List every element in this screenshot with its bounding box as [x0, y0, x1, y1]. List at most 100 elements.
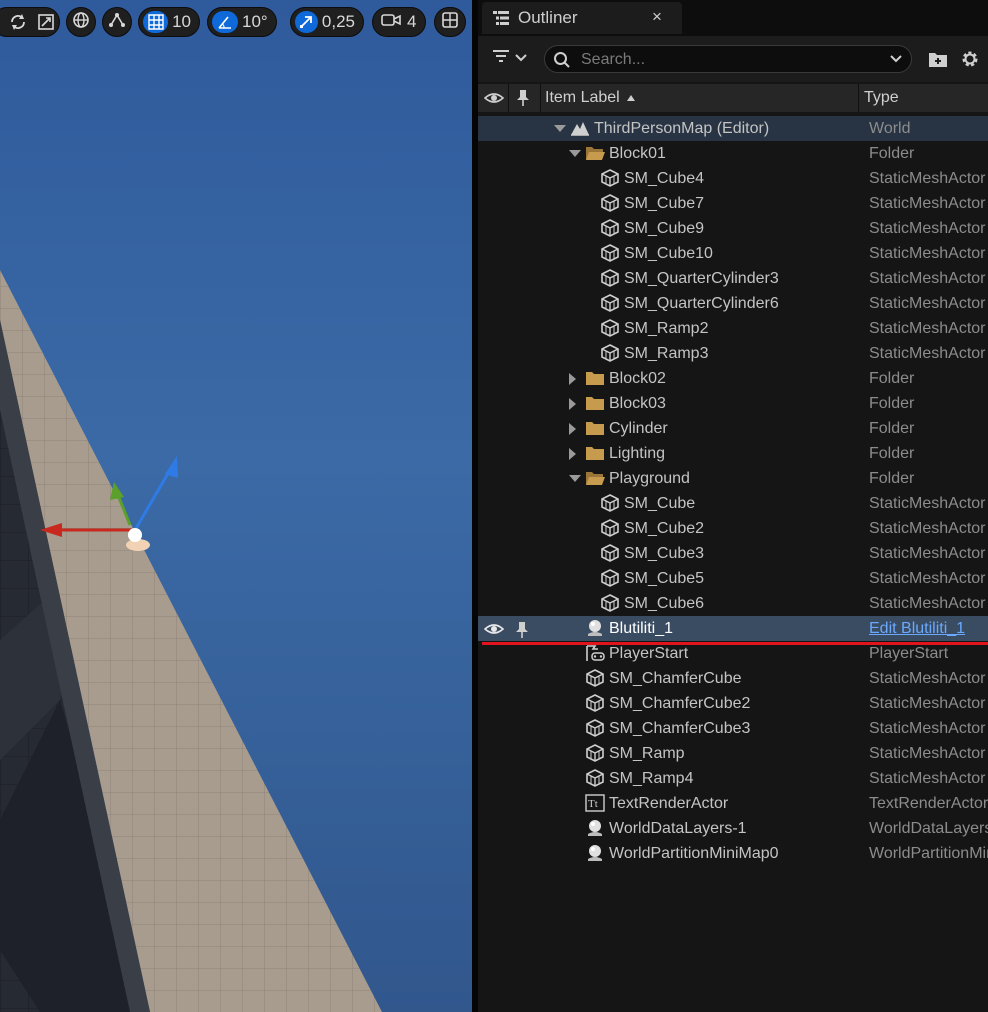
- outliner-row[interactable]: SM_Cube9 StaticMeshActor: [478, 216, 988, 241]
- row-type: PlayerStart: [869, 645, 949, 662]
- outliner-row[interactable]: ThirdPersonMap (Editor) World: [478, 116, 988, 141]
- row-label: Block01: [609, 145, 666, 162]
- static-mesh-icon: [600, 544, 620, 562]
- outliner-row[interactable]: SM_ChamferCube3 StaticMeshActor: [478, 716, 988, 741]
- folder-icon: [585, 394, 605, 412]
- camera-speed-value: 4: [407, 12, 417, 31]
- row-type: StaticMeshActor: [869, 670, 986, 687]
- expand-arrow-right-icon[interactable]: [569, 448, 576, 460]
- row-type: StaticMeshActor: [869, 345, 986, 362]
- outliner-row[interactable]: SM_Ramp2 StaticMeshActor: [478, 316, 988, 341]
- expand-arrow-down-icon[interactable]: [569, 475, 581, 482]
- outliner-row[interactable]: SM_Cube6 StaticMeshActor: [478, 591, 988, 616]
- outliner-row[interactable]: SM_Cube5 StaticMeshActor: [478, 566, 988, 591]
- scale-snap-control[interactable]: 0,25: [290, 7, 364, 37]
- text-render-icon: Tt: [585, 794, 605, 812]
- expand-arrow-down-icon[interactable]: [554, 125, 566, 132]
- outliner-row[interactable]: SM_Ramp3 StaticMeshActor: [478, 341, 988, 366]
- add-folder-icon[interactable]: [928, 50, 948, 73]
- visibility-column-eye-icon[interactable]: [483, 90, 505, 111]
- row-type: StaticMeshActor: [869, 195, 986, 212]
- edit-blueprint-link[interactable]: Edit Blutiliti_1: [869, 620, 965, 637]
- search-box: [544, 45, 912, 73]
- level-viewport[interactable]: 10 10° 0,25 4: [0, 0, 472, 1012]
- grid-snap-control[interactable]: 10: [138, 7, 200, 37]
- outliner-row[interactable]: SM_Cube2 StaticMeshActor: [478, 516, 988, 541]
- row-label: SM_Cube5: [624, 570, 705, 587]
- outliner-row[interactable]: SM_Ramp4 StaticMeshActor: [478, 766, 988, 791]
- expand-arrow-right-icon[interactable]: [569, 423, 576, 435]
- item-label-column-header[interactable]: Item Label: [545, 89, 636, 107]
- outliner-row[interactable]: SM_Cube4 StaticMeshActor: [478, 166, 988, 191]
- outliner-row[interactable]: SM_QuarterCylinder3 StaticMeshActor: [478, 266, 988, 291]
- tab-outliner[interactable]: Outliner ×: [482, 2, 682, 34]
- outliner-row[interactable]: SM_Cube StaticMeshActor: [478, 491, 988, 516]
- row-label: SM_Cube6: [624, 595, 705, 612]
- outliner-row[interactable]: Playground Folder: [478, 466, 988, 491]
- row-type: StaticMeshActor: [869, 745, 986, 762]
- scale-arrow-icon: [295, 11, 318, 33]
- expand-arrow-right-icon[interactable]: [569, 373, 576, 385]
- outliner-row[interactable]: Tt TextRenderActor TextRenderActor: [478, 791, 988, 816]
- row-type: Folder: [869, 445, 915, 462]
- folder-icon: [585, 369, 605, 387]
- outliner-row[interactable]: Block02 Folder: [478, 366, 988, 391]
- outliner-row[interactable]: WorldPartitionMiniMap0 WorldPartitionMini…: [478, 841, 988, 866]
- surface-snapping-button[interactable]: [102, 7, 132, 37]
- row-type: StaticMeshActor: [869, 570, 986, 587]
- svg-text:Tt: Tt: [588, 798, 598, 810]
- search-input[interactable]: [579, 48, 883, 72]
- pin-column-icon[interactable]: [516, 89, 530, 112]
- outliner-row[interactable]: Lighting Folder: [478, 441, 988, 466]
- outliner-tab-bar: Outliner ×: [478, 0, 988, 36]
- world-local-toggle[interactable]: [66, 7, 96, 37]
- outliner-row[interactable]: Block01 Folder: [478, 141, 988, 166]
- viewport-transform-tools: [0, 7, 60, 37]
- row-type: StaticMeshActor: [869, 495, 986, 512]
- expand-arrow-right-icon[interactable]: [569, 398, 576, 410]
- folder-open-icon: [585, 144, 605, 162]
- layout-grid-icon: [441, 11, 459, 34]
- outliner-row[interactable]: SM_Cube3 StaticMeshActor: [478, 541, 988, 566]
- row-label: Block03: [609, 395, 666, 412]
- outliner-row[interactable]: SM_ChamferCube2 StaticMeshActor: [478, 691, 988, 716]
- outliner-row[interactable]: SM_ChamferCube StaticMeshActor: [478, 666, 988, 691]
- outliner-row[interactable]: Cylinder Folder: [478, 416, 988, 441]
- row-type: StaticMeshActor: [869, 545, 986, 562]
- outliner-row[interactable]: WorldDataLayers-1 WorldDataLayers: [478, 816, 988, 841]
- row-label: WorldDataLayers-1: [609, 820, 747, 837]
- static-mesh-icon: [600, 519, 620, 537]
- actor-icon: [585, 619, 605, 637]
- outliner-row[interactable]: SM_Cube7 StaticMeshActor: [478, 191, 988, 216]
- folder-icon: [585, 419, 605, 437]
- row-type[interactable]: Edit Blutiliti_1: [869, 620, 988, 638]
- scale-tool-icon[interactable]: [34, 8, 59, 36]
- type-column-header[interactable]: Type: [864, 89, 899, 107]
- outliner-row[interactable]: SM_Cube10 StaticMeshActor: [478, 241, 988, 266]
- filter-button[interactable]: [492, 48, 532, 70]
- viewport-layout-button[interactable]: [434, 7, 466, 37]
- camera-speed-control[interactable]: 4: [372, 7, 426, 37]
- outliner-row[interactable]: Blutiliti_1 Edit Blutiliti_1: [478, 616, 988, 641]
- outliner-search-row: [478, 36, 988, 82]
- row-label: PlayerStart: [609, 645, 689, 662]
- actor-icon: [585, 819, 605, 837]
- visibility-eye-icon[interactable]: [483, 621, 505, 642]
- folder-open-icon: [585, 469, 605, 487]
- outliner-row[interactable]: SM_QuarterCylinder6 StaticMeshActor: [478, 291, 988, 316]
- outliner-row[interactable]: Block03 Folder: [478, 391, 988, 416]
- outliner-row[interactable]: SM_Ramp StaticMeshActor: [478, 741, 988, 766]
- gear-icon[interactable]: [960, 49, 980, 74]
- expand-arrow-down-icon[interactable]: [569, 150, 581, 157]
- row-label: SM_Ramp2: [624, 320, 709, 337]
- close-icon[interactable]: ×: [652, 7, 662, 27]
- outliner-panel: Outliner × Search... Item Label Type Thi…: [472, 0, 988, 1012]
- viewport-scene: [0, 270, 382, 1012]
- chevron-down-icon[interactable]: [889, 52, 903, 70]
- rotation-snap-control[interactable]: 10°: [207, 7, 277, 37]
- rotate-refresh-icon[interactable]: [3, 8, 34, 36]
- row-label: SM_Cube3: [624, 545, 705, 562]
- static-mesh-icon: [600, 269, 620, 287]
- row-type: WorldDataLayers: [869, 820, 988, 837]
- row-type: World: [869, 120, 911, 137]
